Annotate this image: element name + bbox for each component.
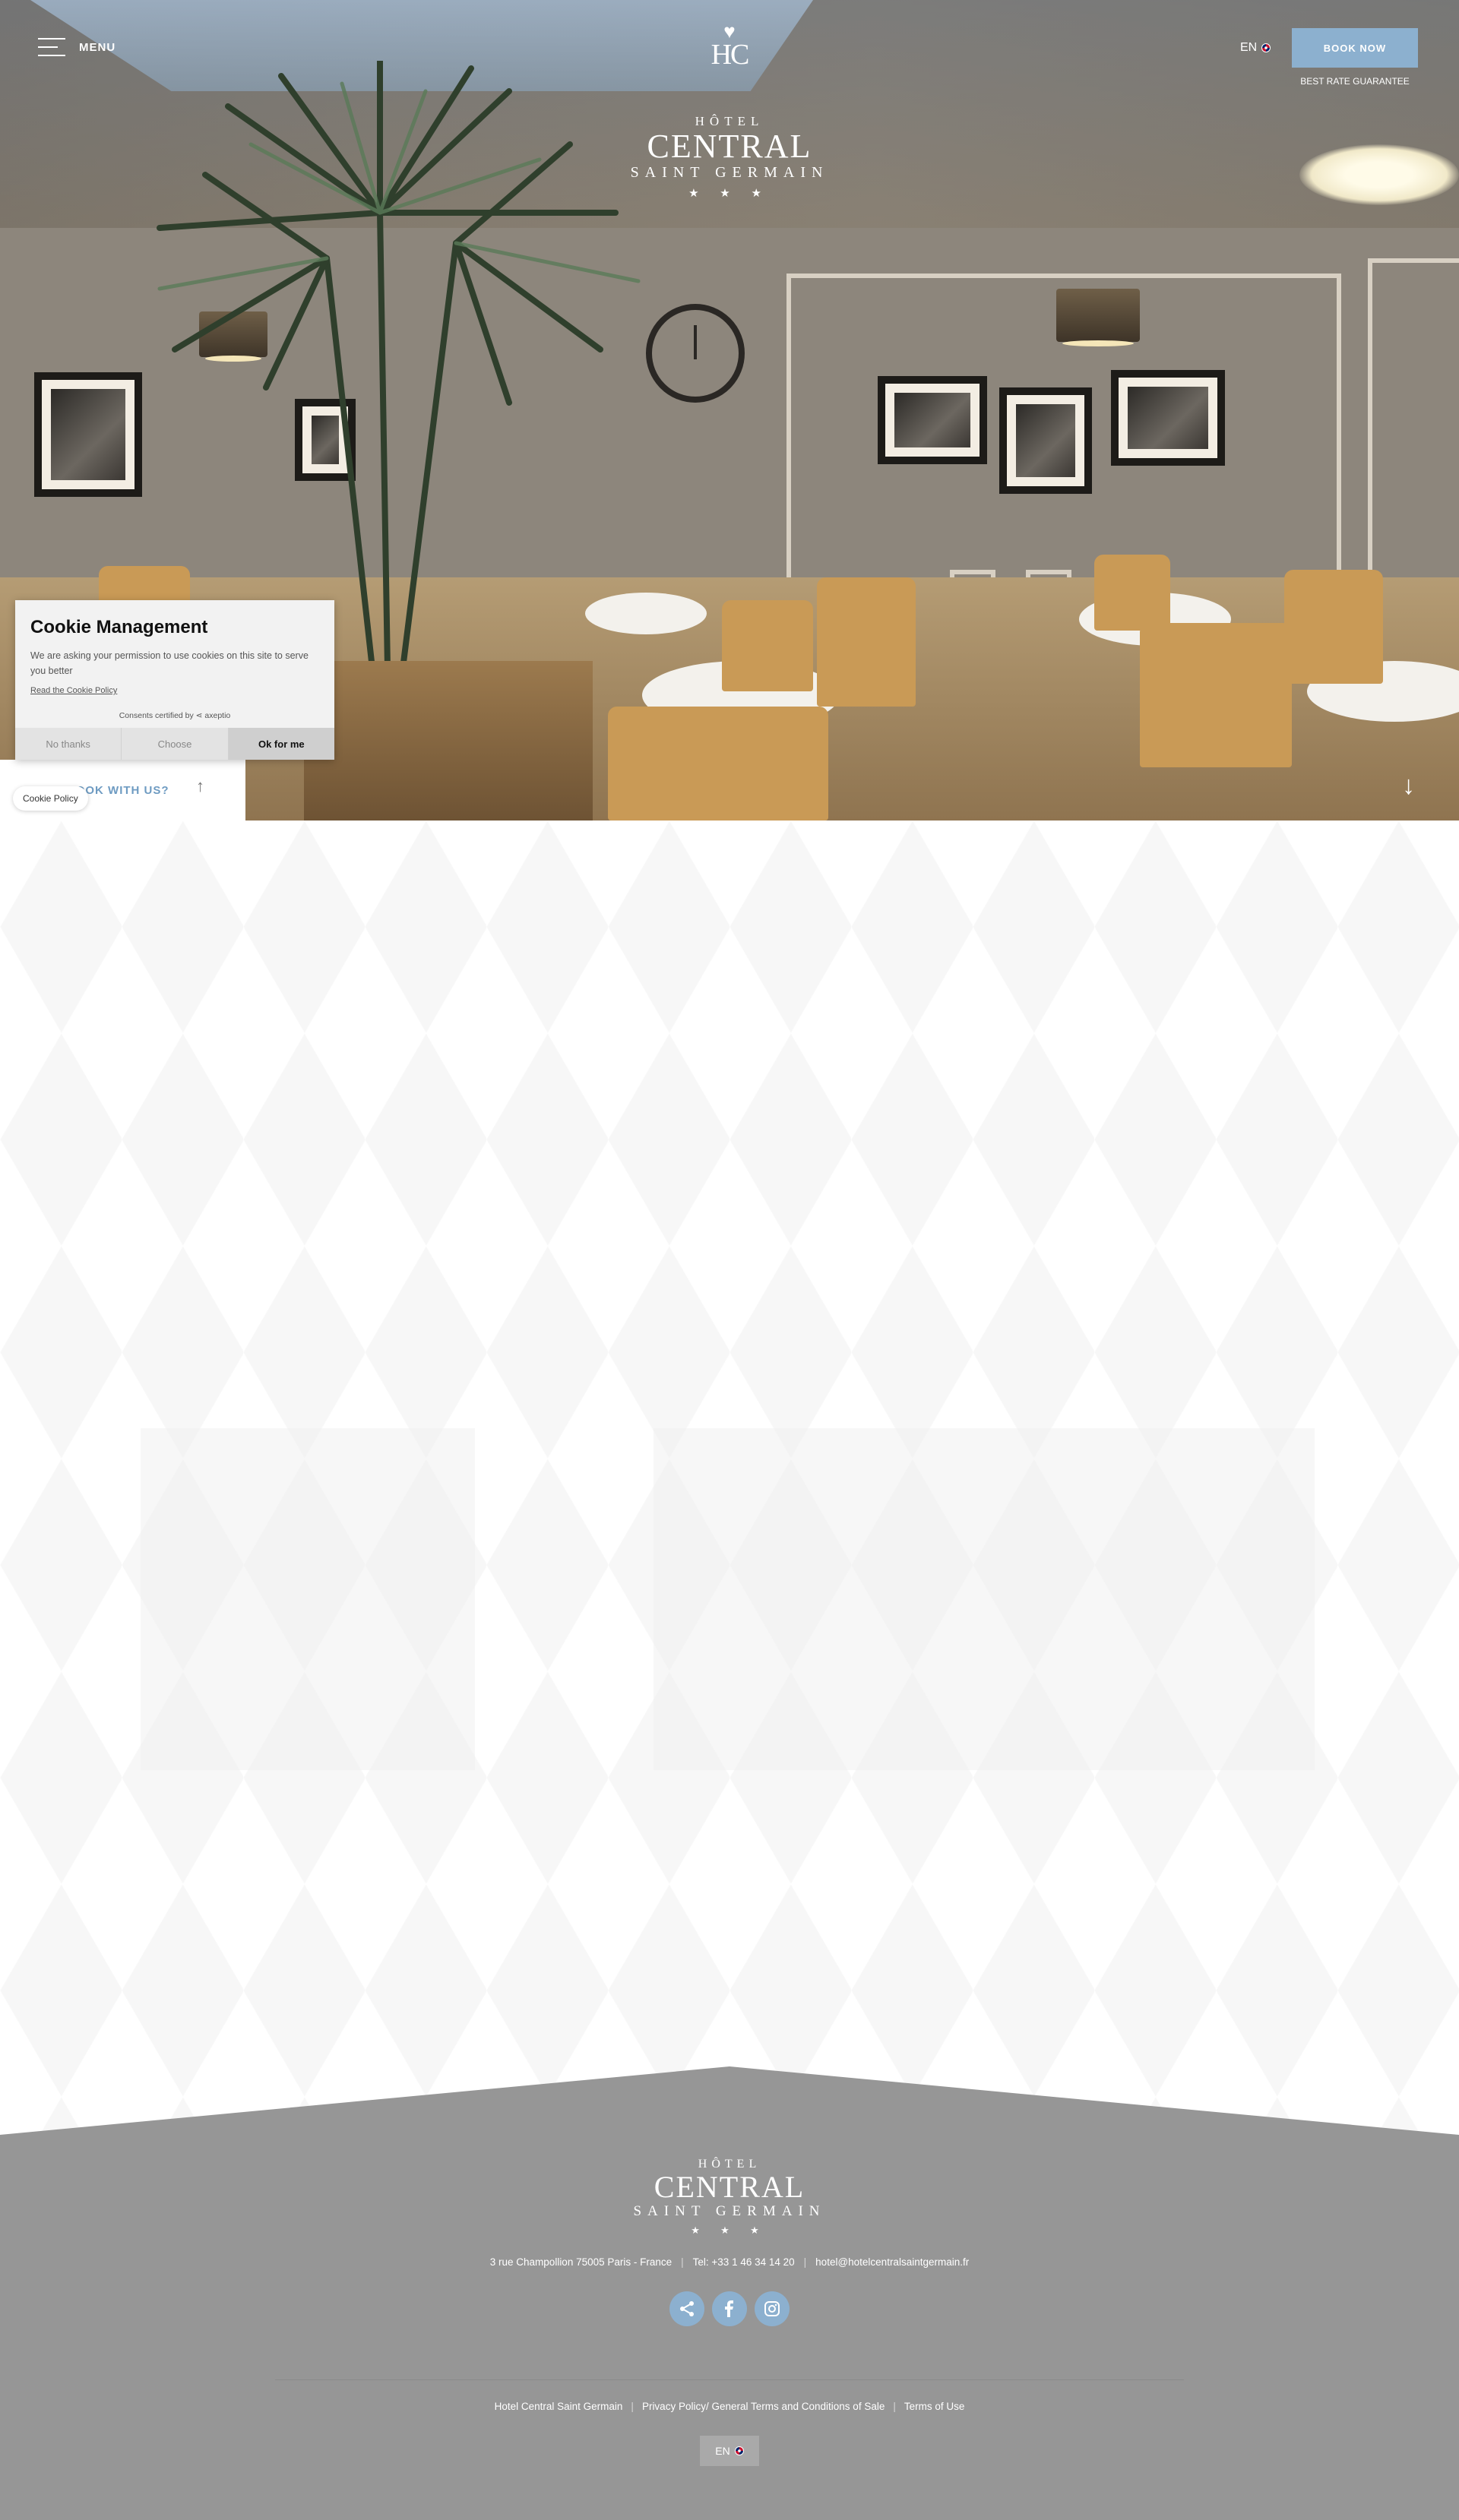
logo-saint-germain: SAINT GERMAIN <box>630 164 829 182</box>
cookie-dialog: Cookie Management We are asking your per… <box>15 600 334 760</box>
planter <box>304 661 593 821</box>
footer-address: 3 rue Champollion 75005 Paris - France <box>489 2256 673 2268</box>
social-links <box>0 2291 1459 2326</box>
footer-logo-central: CENTRAL <box>654 2170 805 2204</box>
footer-language-selector[interactable]: EN <box>700 2436 759 2466</box>
wall-photo <box>878 376 987 464</box>
chair <box>1094 555 1170 631</box>
arrow-up-icon[interactable]: ↑ <box>196 776 205 796</box>
uk-flag-icon <box>1261 43 1271 52</box>
chair <box>722 600 813 691</box>
footer-language-code: EN <box>715 2445 730 2457</box>
chair <box>1284 570 1383 684</box>
cookie-policy-pill[interactable]: Cookie Policy <box>13 786 88 811</box>
wall-panel <box>1368 258 1459 593</box>
chair <box>817 577 916 707</box>
arrow-down-icon[interactable]: ↓ <box>1402 771 1415 801</box>
cookie-buttons: No thanks Choose Ok for me <box>15 728 334 760</box>
chair <box>608 707 828 821</box>
footer-email[interactable]: hotel@hotelcentralsaintgermain.fr <box>815 2256 969 2268</box>
cookie-policy-link[interactable]: Read the Cookie Policy <box>30 686 117 695</box>
footer-logo-saint-germain: SAINT GERMAIN <box>633 2203 826 2219</box>
footer-logo-stars: ★ ★ ★ <box>691 2224 768 2236</box>
footer-link-hotel[interactable]: Hotel Central Saint Germain <box>495 2401 623 2412</box>
cookie-text: We are asking your permission to use coo… <box>30 650 309 676</box>
footer-link-privacy[interactable]: Privacy Policy/ General Terms and Condit… <box>642 2401 885 2412</box>
chair <box>1140 623 1292 767</box>
footer-logo: HÔTEL CENTRAL SAINT GERMAIN ★ ★ ★ <box>0 2158 1459 2237</box>
footer-links: Hotel Central Saint Germain | Privacy Poli… <box>494 2401 965 2412</box>
logo-hotel: HÔTEL <box>695 114 764 128</box>
share-icon[interactable] <box>669 2291 704 2326</box>
uk-flag-icon <box>734 2446 744 2455</box>
best-rate-guarantee[interactable]: BEST RATE GUARANTEE <box>1292 76 1418 87</box>
faded-image <box>141 1428 475 1770</box>
consent-certified: Consents certified by ⋖ axeptio <box>119 711 231 720</box>
hc-monogram: HC <box>711 39 750 71</box>
instagram-icon[interactable] <box>755 2291 790 2326</box>
wall-photo <box>1111 370 1225 466</box>
language-selector[interactable]: EN <box>1240 41 1271 55</box>
no-thanks-button[interactable]: No thanks <box>15 728 122 760</box>
logo-stars: ★ ★ ★ <box>688 188 771 201</box>
pendant-lamp <box>1056 289 1140 346</box>
wall-photo <box>999 387 1092 494</box>
footer-contact: 3 rue Champollion 75005 Paris - France | T… <box>489 2256 970 2268</box>
choose-button[interactable]: Choose <box>122 728 229 760</box>
book-now-button[interactable]: BOOK NOW <box>1292 28 1418 68</box>
ok-for-me-button[interactable]: Ok for me <box>228 728 334 760</box>
footer-link-terms[interactable]: Terms of Use <box>904 2401 965 2412</box>
footer-phone[interactable]: Tel: +33 1 46 34 14 20 <box>693 2256 795 2268</box>
language-code: EN <box>1240 41 1258 54</box>
heart-icon: ♥ <box>723 20 736 43</box>
facebook-icon[interactable] <box>712 2291 747 2326</box>
hotel-logo: HÔTEL CENTRAL SAINT GERMAIN ★ ★ ★ <box>0 114 1459 201</box>
cookie-title: Cookie Management <box>30 617 208 637</box>
footer-divider <box>275 2379 1184 2380</box>
logo-central: CENTRAL <box>647 128 812 165</box>
faded-image <box>654 1428 1315 1770</box>
